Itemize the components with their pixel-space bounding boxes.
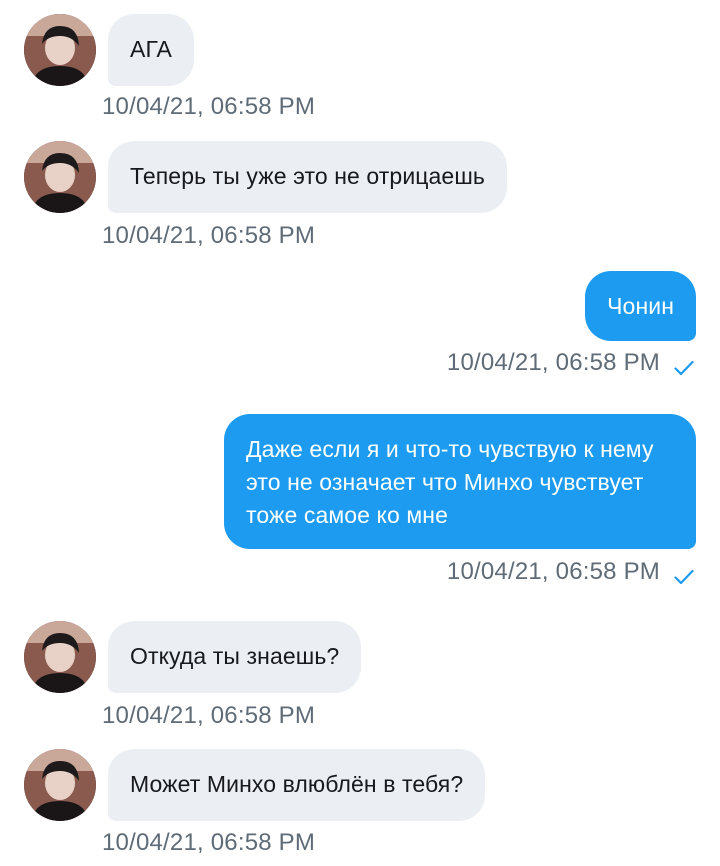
message-bubble[interactable]: Может Минхо влюблён в тебя? xyxy=(108,749,486,821)
message-bubble[interactable]: Чонин xyxy=(585,271,696,341)
checkmark-icon xyxy=(674,355,694,376)
message-text: Откуда ты знаешь? xyxy=(130,643,340,669)
message-timestamp: 10/04/21, 06:58 PM xyxy=(102,93,316,120)
message-bubble[interactable]: Теперь ты уже это не отрицаешь xyxy=(108,141,507,213)
message-timestamp: 10/04/21, 06:58 PM xyxy=(446,349,660,376)
message-bubble[interactable]: Даже если я и что-то чувствую к нему это… xyxy=(224,414,696,549)
message-thread: АГА 10/04/21, 06:58 PM Теперь ты уже это… xyxy=(0,0,720,866)
message-text: АГА xyxy=(130,36,172,62)
avatar[interactable] xyxy=(24,749,96,821)
message-timestamp-row: 10/04/21, 06:58 PM xyxy=(447,349,694,377)
message-text: Чонин xyxy=(607,293,674,319)
message-timestamp-row: 10/04/21, 06:58 PM xyxy=(447,558,694,586)
avatar[interactable] xyxy=(24,141,96,213)
message-bubble[interactable]: Откуда ты знаешь? xyxy=(108,621,362,693)
avatar[interactable] xyxy=(24,621,96,693)
checkmark-icon xyxy=(674,564,694,585)
message-timestamp: 10/04/21, 06:58 PM xyxy=(446,558,660,585)
message-text: Теперь ты уже это не отрицаешь xyxy=(130,163,485,189)
message-timestamp: 10/04/21, 06:58 PM xyxy=(102,222,316,249)
message-timestamp: 10/04/21, 06:58 PM xyxy=(102,829,316,856)
message-text: Даже если я и что-то чувствую к нему это… xyxy=(246,436,654,528)
message-timestamp: 10/04/21, 06:58 PM xyxy=(102,702,316,729)
message-bubble[interactable]: АГА xyxy=(108,14,194,86)
avatar[interactable] xyxy=(24,14,96,86)
message-text: Может Минхо влюблён в тебя? xyxy=(130,771,464,797)
